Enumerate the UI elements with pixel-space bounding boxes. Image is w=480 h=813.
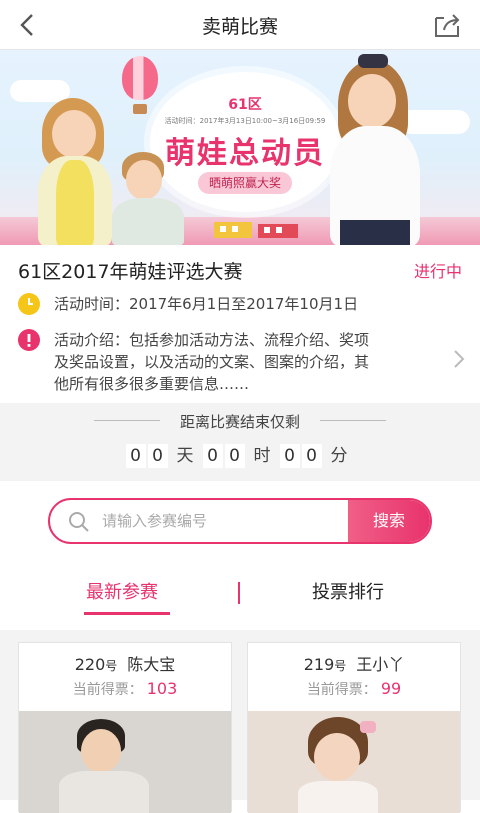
search-icon [69, 512, 89, 532]
tab-underline [84, 612, 170, 615]
event-banner[interactable]: 61区 活动时间：2017年3月13日10:00~3月16日09:59 萌娃总动… [0, 50, 480, 245]
search-button[interactable]: 搜索 [348, 500, 430, 542]
countdown-title: 距离比赛结束仅剩 [179, 413, 300, 431]
votes-count: 103 [146, 679, 178, 698]
entry-number-suffix: 号 [105, 659, 118, 673]
countdown-digit: 0 [202, 444, 223, 468]
countdown-digit: 0 [147, 444, 168, 468]
tab-ranking[interactable]: 投票排行 [312, 578, 384, 604]
alert-icon [18, 329, 40, 351]
countdown-unit: 时 [253, 446, 271, 466]
entry-number-suffix: 号 [334, 659, 347, 673]
event-intro-line: 活动介绍：包括参加活动方法、流程介绍、奖项 [54, 331, 370, 349]
entry-name: 王小丫 [356, 655, 405, 674]
balloon-basket [133, 104, 147, 114]
entry-card[interactable]: 219号 王小丫 当前得票： 99 [247, 642, 461, 813]
countdown-values: 00天00时00分 [0, 441, 480, 468]
event-time: 活动时间：2017年6月1日至2017年10月1日 [54, 295, 359, 313]
search-bar: 搜索 [48, 498, 432, 544]
countdown-digit: 0 [125, 444, 146, 468]
entry-votes: 当前得票： 103 [19, 679, 231, 699]
toy-train-icon [214, 222, 298, 238]
tab-bar: 最新参赛 投票排行 [0, 566, 480, 622]
countdown-digit: 0 [224, 444, 245, 468]
banner-headline: 萌娃总动员 [165, 136, 325, 171]
event-intro-line: 他所有很多很多重要信息…… [54, 375, 250, 393]
tab-latest[interactable]: 最新参赛 [86, 578, 158, 604]
banner-time: 活动时间：2017年3月13日10:00~3月16日09:59 [164, 117, 326, 125]
cloud-decoration [400, 110, 470, 134]
entry-header: 220号 陈大宝 [19, 651, 231, 675]
cloud-decoration [10, 80, 70, 102]
entry-header: 219号 王小丫 [248, 651, 460, 675]
entry-votes: 当前得票： 99 [248, 679, 460, 699]
entry-number: 219 [303, 655, 335, 674]
top-bar: 卖萌比赛 [0, 0, 480, 50]
banner-pill: 晒萌照赢大奖 [198, 172, 292, 194]
share-icon[interactable] [432, 10, 462, 40]
votes-label: 当前得票： [72, 682, 143, 698]
countdown-panel: 距离比赛结束仅剩 00天00时00分 [0, 403, 480, 481]
tab-separator [238, 582, 240, 604]
entry-grid: 220号 陈大宝 当前得票： 103 219号 王小丫 当前得票： 99 [0, 630, 480, 813]
chevron-right-icon[interactable] [452, 349, 466, 369]
banner-logo: 61区 [228, 97, 262, 113]
event-title: 61区2017年萌娃评选大赛 [18, 261, 243, 283]
page-title: 卖萌比赛 [201, 16, 278, 38]
countdown-unit: 分 [330, 446, 348, 466]
entry-card[interactable]: 220号 陈大宝 当前得票： 103 [18, 642, 232, 813]
countdown-digit: 0 [301, 444, 322, 468]
event-intro-line: 及奖品设置，以及活动的文案、图案的介绍，其 [54, 353, 370, 371]
entry-number: 220 [74, 655, 106, 674]
status-badge: 进行中 [413, 262, 462, 281]
countdown-unit: 天 [176, 446, 194, 466]
entry-name: 陈大宝 [127, 655, 176, 674]
clock-icon [18, 293, 40, 315]
votes-label: 当前得票： [306, 682, 377, 698]
votes-count: 99 [380, 679, 402, 698]
entry-photo[interactable] [248, 711, 460, 813]
search-input[interactable] [102, 500, 342, 542]
countdown-digit: 0 [279, 444, 300, 468]
banner-bubble: 61区 活动时间：2017年3月13日10:00~3月16日09:59 萌娃总动… [150, 72, 340, 212]
entry-photo[interactable] [19, 711, 231, 813]
